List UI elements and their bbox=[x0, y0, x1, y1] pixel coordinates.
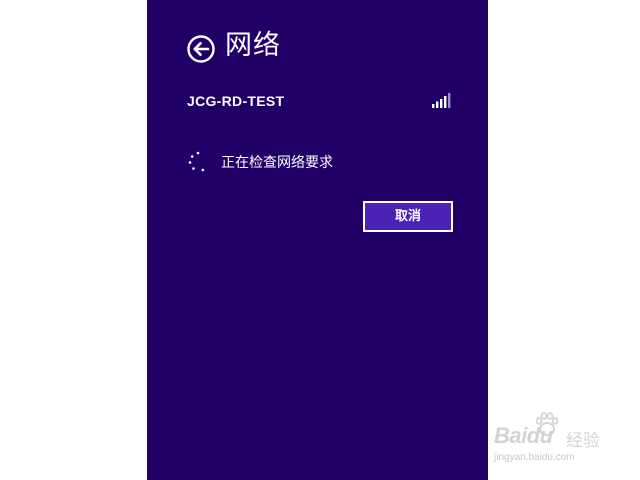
cancel-button[interactable]: 取消 bbox=[363, 201, 453, 232]
watermark-url: jingyan.baidu.com bbox=[494, 452, 575, 463]
watermark-brand: Baidu bbox=[494, 423, 553, 448]
watermark-subtext: 经验 bbox=[566, 431, 600, 451]
loading-spinner-icon bbox=[188, 151, 205, 172]
network-item[interactable]: JCG-RD-TEST bbox=[187, 90, 453, 114]
network-settings-panel: 网络 JCG-RD-TEST 正在检查网络要求 取消 bbox=[147, 0, 488, 480]
back-arrow-icon[interactable] bbox=[187, 35, 215, 63]
screen: 网络 JCG-RD-TEST 正在检查网络要求 取消 Baidu 经验 jing… bbox=[0, 0, 640, 480]
watermark: Baidu 经验 jingyan.baidu.com bbox=[494, 410, 614, 470]
panel-title: 网络 bbox=[225, 30, 281, 61]
network-ssid: JCG-RD-TEST bbox=[187, 93, 285, 109]
wifi-signal-icon bbox=[432, 93, 451, 108]
status-text: 正在检查网络要求 bbox=[221, 155, 333, 171]
status-row: 正在检查网络要求 bbox=[187, 150, 467, 174]
